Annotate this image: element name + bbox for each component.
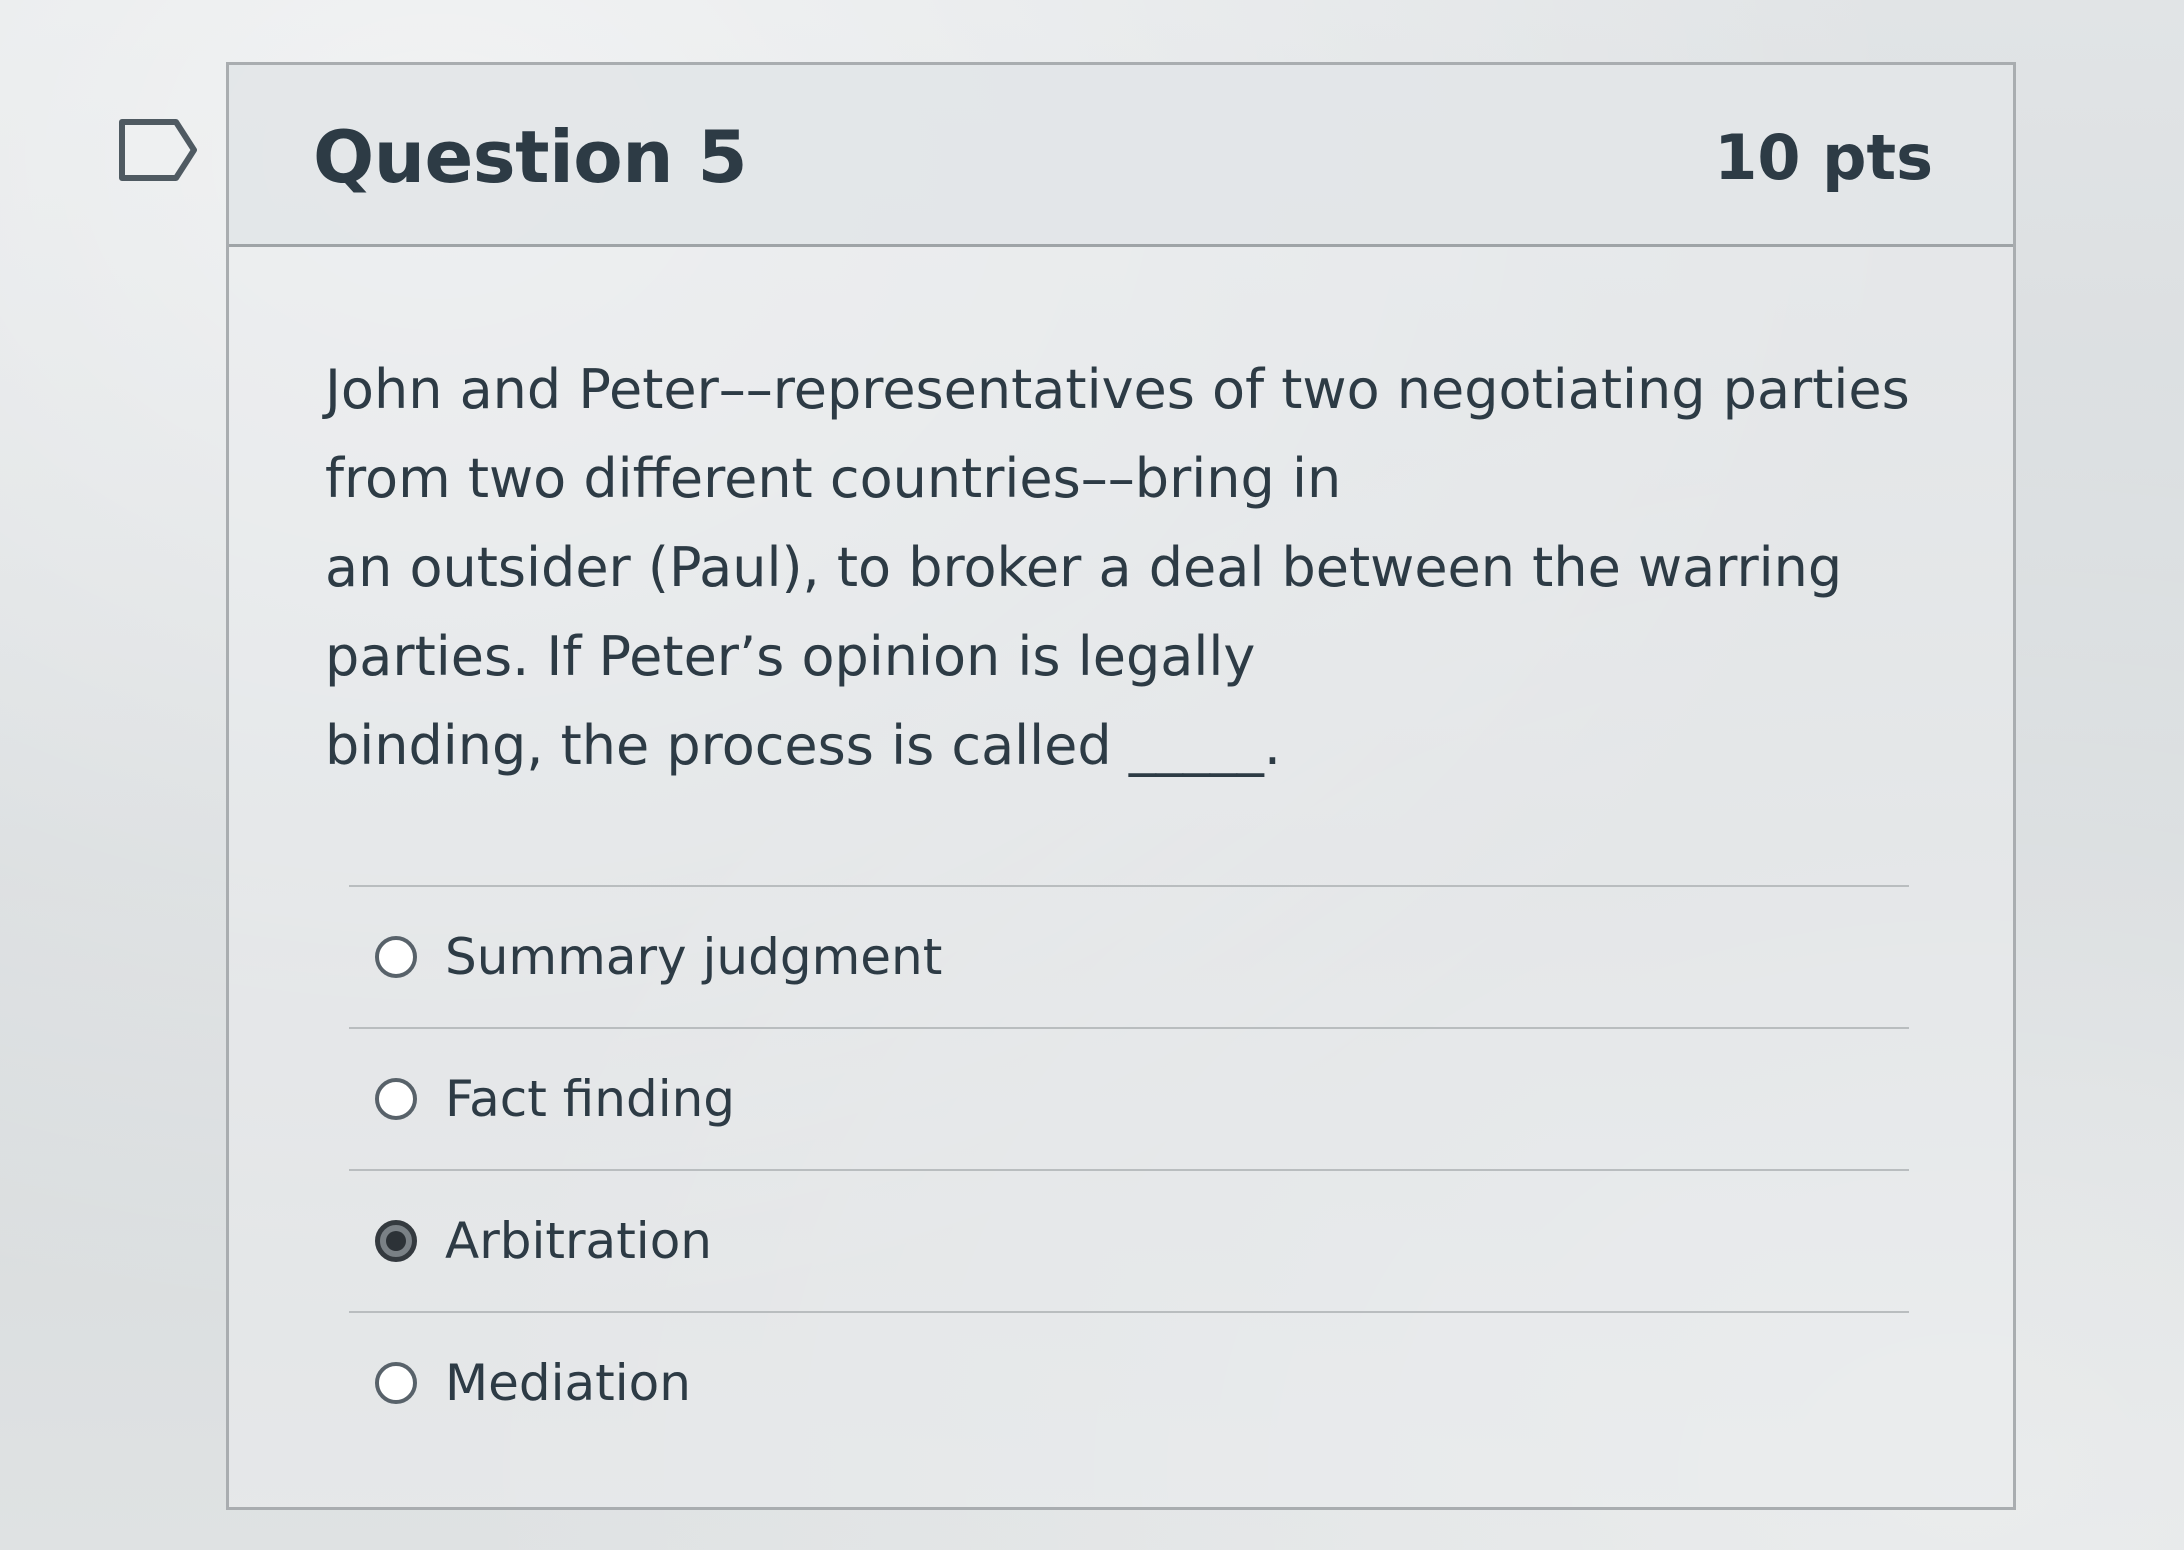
answer-option-arbitration[interactable]: Arbitration (349, 1171, 1909, 1311)
radio-filled-icon[interactable] (375, 1220, 417, 1262)
question-text-line: an outsider (Paul), to broker a deal bet… (325, 536, 1843, 599)
question-text-line: binding, the process is called _____. (325, 714, 1281, 777)
radio-empty-icon[interactable] (375, 1078, 417, 1120)
question-text-line: John and Peter––representatives of two n… (325, 358, 1910, 421)
answer-label[interactable]: Summary judgment (445, 928, 942, 986)
answer-label[interactable]: Arbitration (445, 1212, 712, 1270)
answer-label[interactable]: Mediation (445, 1354, 691, 1412)
radio-empty-icon[interactable] (375, 936, 417, 978)
answer-list: Summary judgment Fact finding Arbitratio… (349, 885, 1909, 1453)
question-text: John and Peter––representatives of two n… (325, 345, 1945, 790)
question-title: Question 5 (313, 115, 748, 199)
question-card: Question 5 10 pts John and Peter––repres… (226, 62, 2016, 1510)
answer-option-summary-judgment[interactable]: Summary judgment (349, 887, 1909, 1027)
answer-label[interactable]: Fact finding (445, 1070, 735, 1128)
radio-empty-icon[interactable] (375, 1362, 417, 1404)
flag-question-icon[interactable] (118, 118, 198, 182)
answer-option-fact-finding[interactable]: Fact finding (349, 1029, 1909, 1169)
question-text-line: parties. If Peter’s opinion is legally (325, 625, 1256, 688)
question-points: 10 pts (1714, 121, 1933, 194)
question-text-line: from two different countries––bring in (325, 447, 1342, 510)
question-header: Question 5 10 pts (229, 65, 2013, 247)
answer-option-mediation[interactable]: Mediation (349, 1313, 1909, 1453)
